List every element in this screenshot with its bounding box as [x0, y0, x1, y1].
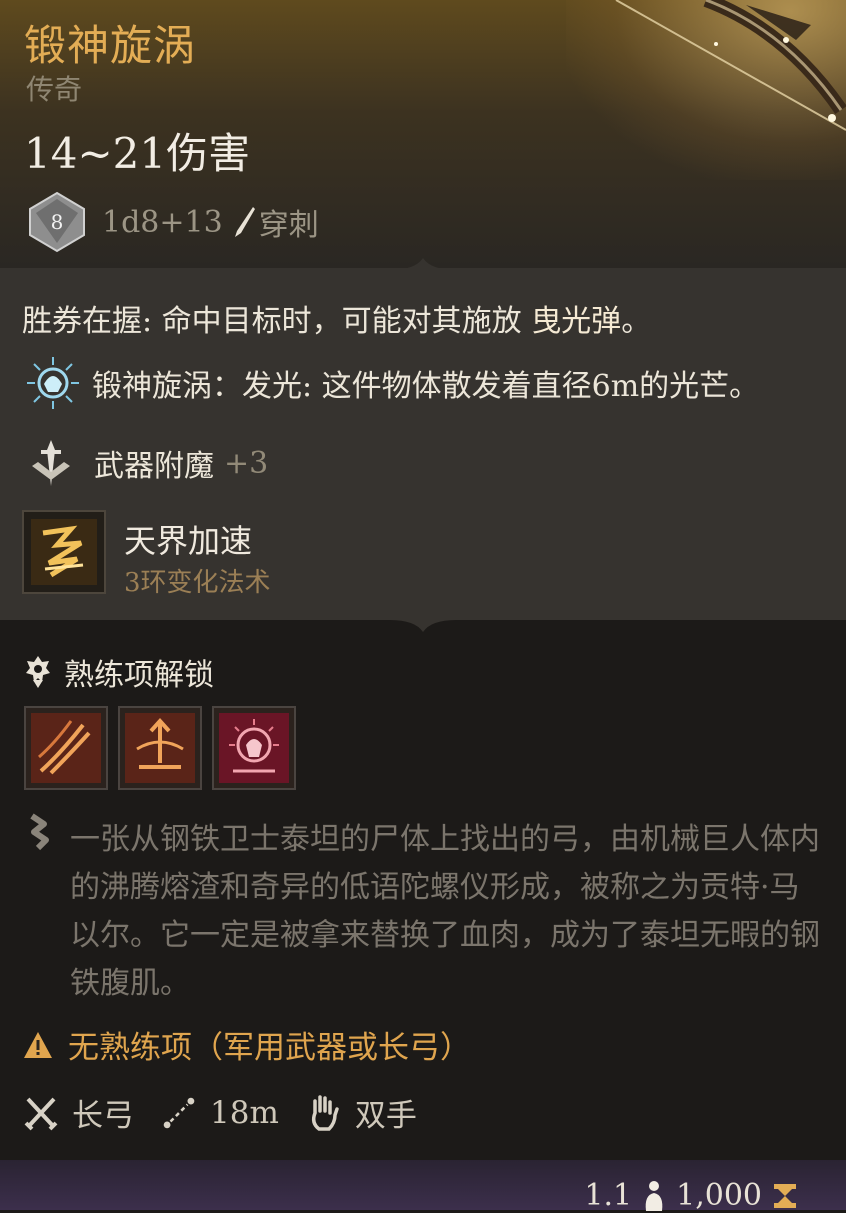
- damage-type: 穿刺: [258, 208, 319, 243]
- weapon-enchant-icon: [32, 440, 70, 486]
- sweeping-arrows-icon[interactable]: [24, 706, 108, 790]
- item-description: 一张从钢铁卫士泰坦的尸体上找出的弓，由机械巨人体内的沸腾熔渣和奇异的低语陀螺仪形…: [70, 822, 820, 1001]
- d8-dice-icon: 8: [29, 191, 85, 253]
- proficiency-title: 熟练项解锁: [64, 658, 214, 693]
- light-property-text: 锻神旋涡：发光: 这件物体散发着直径6m的光芒。: [92, 369, 760, 404]
- spell-level: 3环变化法术: [124, 568, 271, 598]
- damage-range: 14~21伤害: [24, 129, 251, 178]
- haste-spell-icon[interactable]: [22, 510, 106, 594]
- crossed-weapons-icon: [24, 1097, 58, 1130]
- handedness: 双手: [354, 1098, 417, 1134]
- item-weight: 1.1: [584, 1178, 633, 1213]
- enchant-label: 武器附魔: [94, 449, 214, 484]
- warning-icon: [24, 1031, 52, 1058]
- weight-icon: [645, 1180, 663, 1211]
- gold-coin-icon: [774, 1183, 796, 1208]
- range-icon: [163, 1097, 195, 1128]
- proficiency-warning: 无熟练项（军用武器或长弓）: [22, 1022, 471, 1067]
- enchant-bonus: +3: [224, 445, 269, 481]
- mobile-shot-icon[interactable]: [212, 706, 296, 790]
- granted-spell[interactable]: 天界加速 3环变化法术: [22, 510, 271, 598]
- piercing-arrow-icon[interactable]: [118, 706, 202, 790]
- divider-notch-lower: [390, 620, 456, 632]
- weapon-stats: 长弓 18m 双手: [24, 1090, 445, 1135]
- weapon-enchantment[interactable]: 武器附魔 +3: [24, 436, 268, 490]
- dice-formula: 1d8+13: [102, 204, 223, 240]
- passive-label: 胜券在握:: [22, 304, 153, 339]
- spell-name: 天界加速: [124, 522, 253, 560]
- passive-ability[interactable]: 胜券在握: 命中目标时，可能对其施放 曳光弹。: [22, 296, 651, 340]
- svg-text:8: 8: [51, 210, 64, 234]
- damage-dice-row: 8 1d8+13 穿刺: [26, 190, 319, 254]
- weapon-type: 长弓: [72, 1098, 134, 1134]
- item-rarity: 传奇: [26, 73, 83, 106]
- piercing-icon: [234, 207, 255, 237]
- weapon-range: 18m: [210, 1094, 279, 1131]
- proficiency-header: 熟练项解锁: [24, 650, 214, 694]
- item-header: 锻神旋涡 传奇 14~21伤害 8 1d8+13 穿刺: [0, 0, 846, 268]
- lore-quill-icon: [30, 813, 49, 851]
- item-name: 锻神旋涡: [24, 21, 197, 70]
- light-property[interactable]: 锻神旋涡：发光: 这件物体散发着直径6m的光芒。: [24, 354, 759, 412]
- two-handed-icon: [311, 1094, 339, 1131]
- radiance-icon: [27, 357, 79, 409]
- item-price: 1,000: [676, 1178, 762, 1213]
- item-footer: 1.1 1,000: [0, 1160, 846, 1213]
- proficiency-unlock-icon: [26, 656, 50, 688]
- passive-text: 命中目标时，可能对其施放: [152, 304, 532, 339]
- weight-and-value: 1.1 1,000: [584, 1178, 808, 1213]
- proficiency-actions: [24, 706, 306, 790]
- passive-spell-link[interactable]: 曳光弹: [531, 304, 621, 339]
- bow-artwork: [615, 0, 846, 131]
- warning-text: 无熟练项（军用武器或长弓）: [68, 1030, 471, 1066]
